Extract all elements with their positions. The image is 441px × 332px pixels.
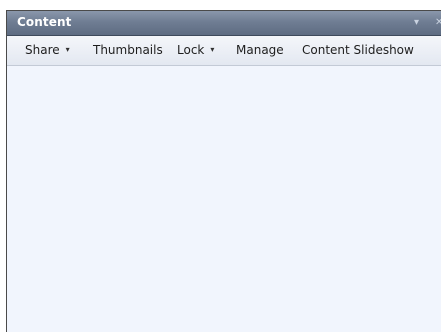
content-slideshow-label: Content Slideshow	[302, 43, 414, 57]
share-menu-button[interactable]: Share ▾	[25, 43, 70, 57]
lock-label: Lock	[177, 43, 205, 57]
share-label: Share	[25, 43, 60, 57]
panel-menu-chevron-icon[interactable]: ▾	[414, 16, 419, 30]
manage-label: Manage	[236, 43, 284, 57]
chevron-down-icon: ▾	[65, 45, 70, 54]
lock-menu-button[interactable]: Lock ▾	[177, 43, 214, 57]
content-toolbar: Share ▾ Thumbnails Lock ▾ Manage Content S…	[7, 36, 441, 66]
thumbnails-label: Thumbnails	[93, 43, 163, 57]
content-slideshow-button[interactable]: Content Slideshow	[302, 43, 414, 57]
manage-button[interactable]: Manage	[236, 43, 284, 57]
chevron-down-icon: ▾	[210, 45, 215, 54]
thumbnails-button[interactable]: Thumbnails	[93, 43, 163, 57]
panel-title: Content	[17, 15, 72, 29]
panel-close-icon[interactable]: ✕	[435, 16, 441, 30]
content-panel: Content ▾ ✕ Share ▾ Thumbnails Lock ▾ Mana…	[6, 10, 441, 332]
content-area[interactable]	[7, 66, 441, 332]
panel-titlebar: Content ▾ ✕	[7, 11, 441, 36]
